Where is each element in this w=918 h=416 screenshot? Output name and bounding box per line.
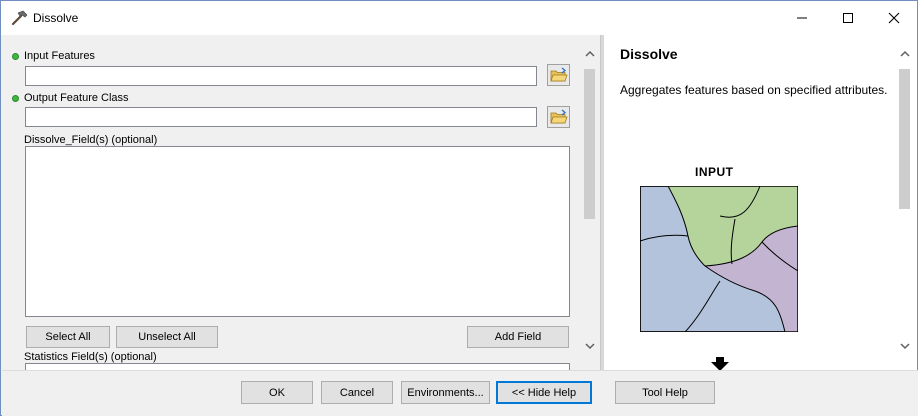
dissolve-fields-label: Dissolve_Field(s) (optional) (24, 134, 158, 146)
parameters-scrollbar[interactable] (581, 45, 598, 355)
help-scroll-up-button[interactable] (896, 45, 913, 62)
title-bar[interactable]: Dissolve (1, 1, 917, 35)
folder-open-icon (549, 109, 568, 124)
ok-button[interactable]: OK (241, 381, 313, 404)
help-scrollbar[interactable] (896, 45, 913, 355)
select-all-button[interactable]: Select All (26, 326, 110, 348)
help-title: Dissolve (620, 46, 678, 62)
dissolve-fields-list[interactable] (25, 146, 570, 317)
help-description: Aggregates features based on specified a… (620, 83, 888, 97)
dissolve-diagram-image (640, 186, 798, 332)
output-feature-class-input[interactable] (25, 107, 537, 127)
folder-open-icon (549, 67, 568, 82)
tool-help-button[interactable]: Tool Help (615, 381, 715, 404)
scroll-thumb[interactable] (584, 69, 595, 219)
chevron-down-icon (899, 343, 910, 350)
statistics-fields-table[interactable] (25, 363, 570, 370)
chevron-up-icon (899, 50, 910, 57)
close-icon (888, 12, 900, 24)
required-indicator-icon (12, 95, 19, 102)
input-features-browse-button[interactable] (547, 64, 570, 86)
diagram-input-label: INPUT (695, 165, 734, 179)
window-title: Dissolve (33, 11, 79, 25)
add-field-button[interactable]: Add Field (467, 326, 569, 348)
maximize-icon (843, 13, 853, 23)
arrow-down-icon (711, 357, 729, 370)
minimize-icon (797, 17, 807, 19)
required-indicator-icon (12, 53, 19, 60)
cancel-button[interactable]: Cancel (321, 381, 393, 404)
maximize-button[interactable] (825, 1, 871, 35)
help-scroll-down-button[interactable] (896, 338, 913, 355)
unselect-all-button[interactable]: Unselect All (116, 326, 218, 348)
help-pane: Dissolve Aggregates features based on sp… (604, 35, 917, 370)
chevron-up-icon (584, 50, 595, 57)
hammer-icon (11, 10, 28, 26)
minimize-button[interactable] (779, 1, 825, 35)
chevron-down-icon (584, 343, 595, 350)
hide-help-button[interactable]: << Hide Help (496, 381, 592, 404)
statistics-fields-label: Statistics Field(s) (optional) (24, 351, 157, 363)
input-features-label: Input Features (24, 50, 95, 62)
dialog-button-bar: OK Cancel Environments... << Hide Help T… (2, 370, 918, 416)
input-features-input[interactable] (25, 66, 537, 86)
environments-button[interactable]: Environments... (401, 381, 490, 404)
parameters-pane: Input Features Output Feature Class Diss… (2, 35, 600, 370)
close-button[interactable] (871, 1, 917, 35)
scroll-up-button[interactable] (581, 45, 598, 62)
output-feature-class-browse-button[interactable] (547, 106, 570, 128)
output-feature-class-label: Output Feature Class (24, 92, 129, 104)
scroll-down-button[interactable] (581, 338, 598, 355)
dissolve-dialog: Dissolve Input Features Output Feature C… (0, 0, 918, 416)
help-scroll-thumb[interactable] (899, 69, 910, 209)
